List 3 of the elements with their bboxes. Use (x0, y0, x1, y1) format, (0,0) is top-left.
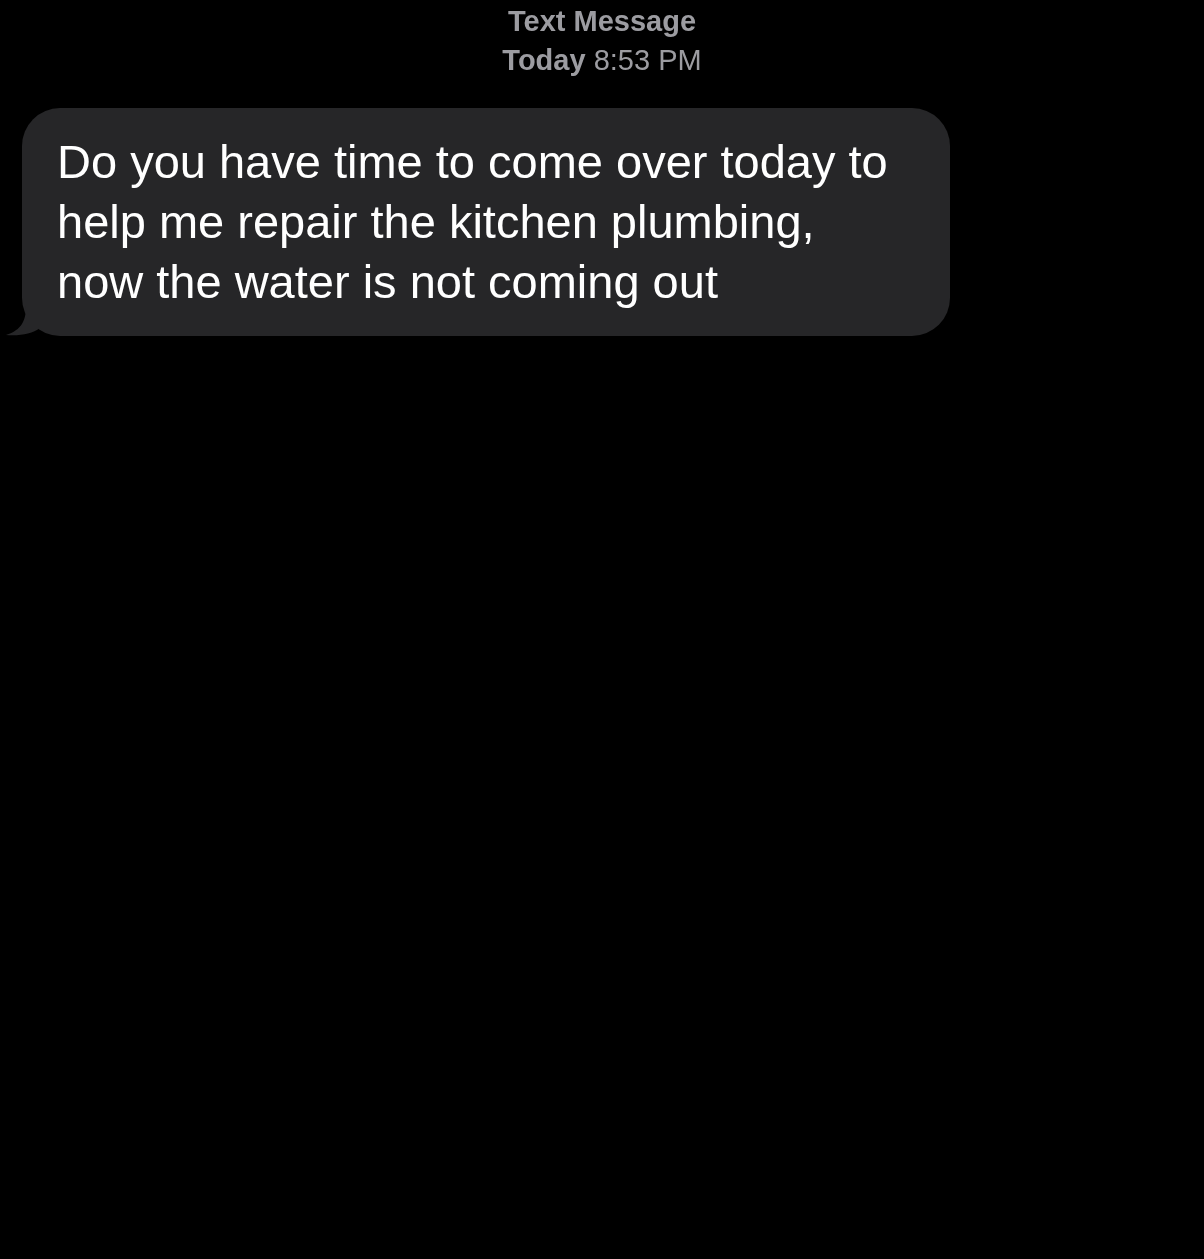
service-label: Text Message (507, 4, 696, 39)
message-bubble: Do you have time to come over today to help me repair the kitchen plumbing, now the water is not coming out (22, 108, 950, 336)
message-timestamp: Today 8:53 PM (502, 43, 702, 78)
